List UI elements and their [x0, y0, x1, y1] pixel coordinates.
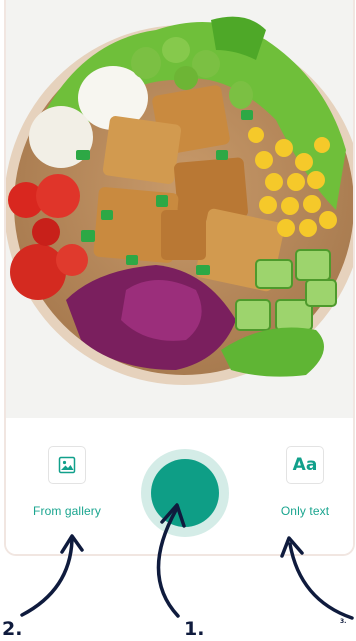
camera-preview-photo	[6, 0, 353, 418]
only-text-label: Only text	[280, 504, 330, 518]
annotation-label-3: 3.	[340, 618, 347, 625]
only-text-button[interactable]: Aa Only text	[250, 446, 353, 518]
text-icon-glyph: Aa	[292, 455, 318, 475]
capture-button-inner	[151, 459, 219, 527]
text-icon: Aa	[286, 446, 324, 484]
image-icon	[48, 446, 86, 484]
salad-bowl-image	[6, 0, 353, 418]
from-gallery-label: From gallery	[33, 504, 101, 518]
annotation-label-2: 2.	[2, 618, 23, 640]
from-gallery-button[interactable]: From gallery	[12, 446, 122, 518]
capture-button[interactable]	[141, 449, 229, 537]
annotation-label-1: 1.	[184, 618, 205, 640]
camera-controls: From gallery Aa Only text	[6, 418, 353, 554]
camera-screen: From gallery Aa Only text	[4, 0, 355, 556]
